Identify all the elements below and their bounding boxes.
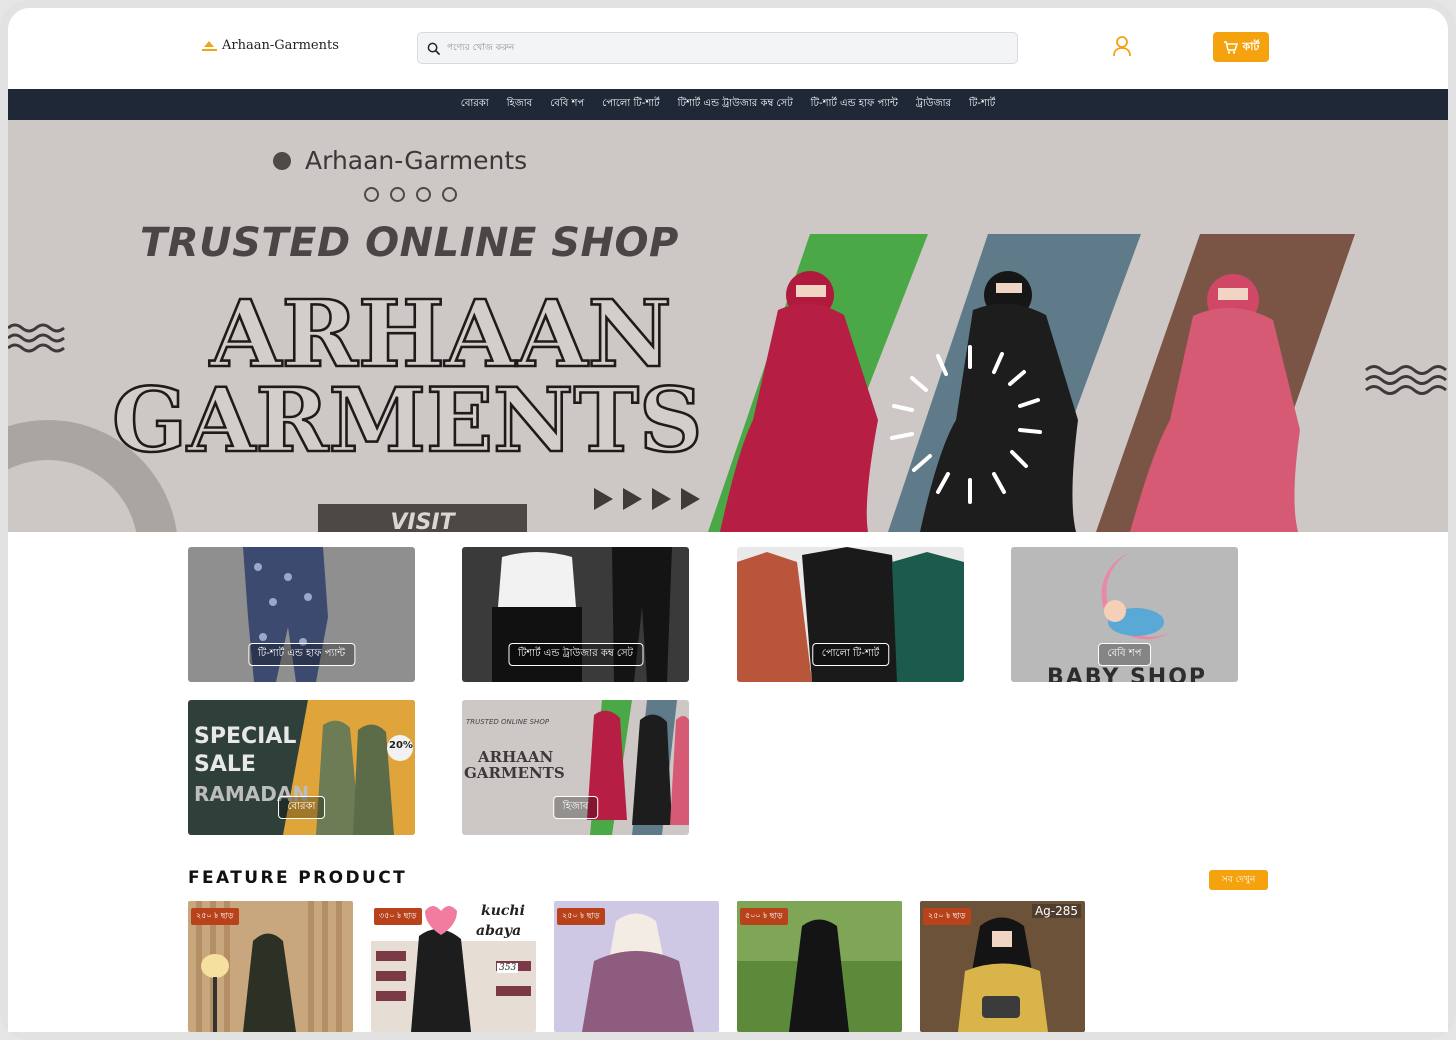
discount-badge: ৩৫০ ৳ ছাড় [374, 908, 422, 925]
cart-label: কার্ট [1242, 39, 1260, 53]
arrow-right-icon [594, 488, 613, 510]
banner-arrows [594, 488, 700, 510]
nav-item-polo-tshirt[interactable]: পোলো টি-শার্ট [602, 96, 659, 113]
page: Arhaan-Garments কার্ট বোরকা হিজাব বেবি শ… [8, 8, 1448, 1032]
brand-dot-icon [273, 151, 291, 170]
product-card[interactable]: ২৫০ ৳ ছাড় [188, 901, 353, 1032]
product-card[interactable]: ২৫০ ৳ ছাড় [554, 901, 719, 1032]
category-card-borka[interactable]: SPECIAL SALE RAMADAN 20% বোরকা [188, 700, 415, 835]
banner-brand-text: Arhaan-Garments [305, 146, 528, 175]
cart-button[interactable]: কার্ট [1213, 32, 1269, 62]
user-icon[interactable] [1111, 35, 1133, 57]
discount-badge: ২৫০ ৳ ছাড় [923, 908, 971, 925]
category-label: টি-শার্ট এন্ড হাফ প্যান্ট [247, 643, 356, 666]
discount-badge: ২৫০ ৳ ছাড় [191, 908, 239, 925]
arrow-right-icon [681, 488, 700, 510]
category-card-baby-shop[interactable]: BABY SHOP বেবি শপ [1011, 547, 1238, 682]
category-label: হিজাব [552, 796, 599, 819]
product-code: Ag-285 [1031, 904, 1081, 918]
nav-item-borka[interactable]: বোরকা [461, 96, 489, 113]
discount-badge: ২৫০ ৳ ছাড় [557, 908, 605, 925]
banner-title-line2: GARMENTS [111, 368, 704, 472]
nav-item-tshirt-trouser-combo[interactable]: টিশার্ট এন্ড ট্রাউজার কম্ব সেট [678, 96, 793, 113]
site-header: Arhaan-Garments কার্ট [8, 8, 1448, 90]
hijab-image-text-3: GARMENTS [464, 764, 565, 782]
product-card[interactable]: Ag-285 ২৫০ ৳ ছাড় [920, 901, 1085, 1032]
banner-brand: Arhaan-Garments [273, 146, 527, 175]
search-input[interactable] [447, 43, 987, 53]
ring-icon [364, 187, 379, 202]
arrow-right-icon [652, 488, 671, 510]
arrow-right-icon [623, 488, 642, 510]
category-card-hijab[interactable]: TRUSTED ONLINE SHOP ARHAAN GARMENTS হিজা… [462, 700, 689, 835]
category-label: বোরকা [277, 796, 326, 819]
nav-item-hijab[interactable]: হিজাব [507, 96, 533, 113]
nav-item-tshirt-half-pant[interactable]: টি-শার্ট এন্ড হাফ প্যান্ট [811, 96, 898, 113]
nav-item-tshirt[interactable]: টি-শার্ট [969, 96, 995, 113]
feature-product-heading: FEATURE PRODUCT [188, 868, 408, 888]
baby-shop-image-text: BABY SHOP [1047, 665, 1208, 682]
banner-visit-button[interactable]: VISIT [318, 504, 527, 532]
product-caption-2: abaya [476, 923, 522, 939]
ring-icon [442, 187, 457, 202]
category-label: বেবি শপ [1097, 643, 1152, 666]
hijab-image-text-1: TRUSTED ONLINE SHOP [466, 718, 550, 726]
nav-item-baby-shop[interactable]: বেবি শপ [550, 96, 584, 113]
borka-image-text-2: SALE [194, 752, 256, 777]
borka-image-text-1: SPECIAL [194, 724, 297, 749]
ring-icon [416, 187, 431, 202]
category-card-polo-tshirt[interactable]: পোলো টি-শার্ট [737, 547, 964, 682]
category-card-tshirt-half-pant[interactable]: টি-শার্ট এন্ড হাফ প্যান্ট [188, 547, 415, 682]
search-icon[interactable] [427, 42, 440, 55]
category-label: টিশার্ট এন্ড ট্রাউজার কম্ব সেট [507, 643, 644, 666]
banner-rings [364, 187, 457, 202]
borka-discount-badge: 20% [389, 740, 413, 751]
ring-icon [390, 187, 405, 202]
nav-item-trouser[interactable]: ট্রাউজার [916, 96, 951, 113]
search-bar [417, 32, 1018, 64]
discount-badge: ৫০০ ৳ ছাড় [740, 908, 788, 925]
logo-mark-icon [202, 40, 217, 51]
cart-icon [1223, 40, 1238, 54]
banner-tagline: TRUSTED ONLINE SHOP [140, 220, 679, 266]
product-caption-1: kuchi [481, 903, 525, 919]
banner-title-line1: ARHAAN [209, 280, 673, 388]
hero-banner[interactable]: Arhaan-Garments TRUSTED ONLINE SHOP ARHA… [8, 120, 1448, 532]
product-card[interactable]: kuchi abaya 353 ৩৫০ ৳ ছাড় [371, 901, 536, 1032]
product-card[interactable]: ৫০০ ৳ ছাড় [737, 901, 902, 1032]
see-all-button[interactable]: সব দেখুন [1209, 870, 1268, 890]
category-nav: বোরকা হিজাব বেবি শপ পোলো টি-শার্ট টিশার্… [8, 89, 1448, 120]
category-card-tshirt-trouser-combo[interactable]: টিশার্ট এন্ড ট্রাউজার কম্ব সেট [462, 547, 689, 682]
category-label: পোলো টি-শার্ট [811, 643, 890, 666]
product-code: 353 [497, 963, 519, 973]
browser-frame: Arhaan-Garments কার্ট বোরকা হিজাব বেবি শ… [0, 0, 1456, 1040]
site-logo[interactable]: Arhaan-Garments [202, 38, 339, 53]
logo-text: Arhaan-Garments [222, 38, 339, 53]
